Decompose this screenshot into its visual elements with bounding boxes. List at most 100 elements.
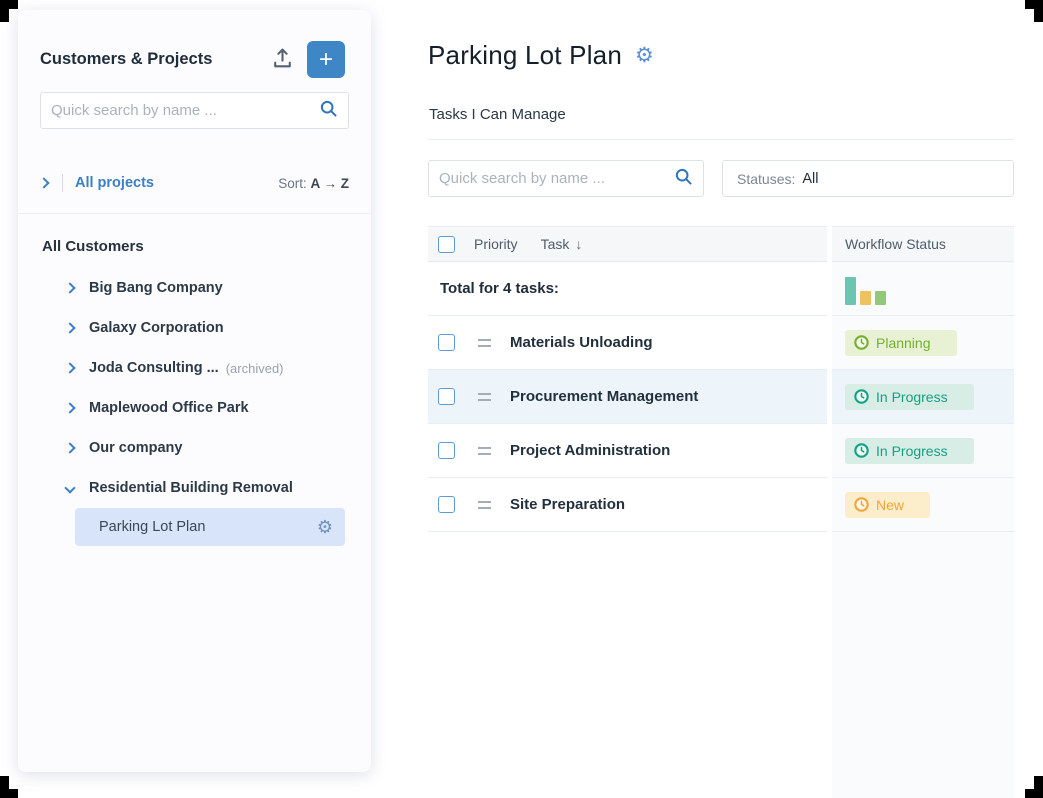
drag-handle-icon[interactable] bbox=[478, 339, 491, 347]
task-row-procurement-management: Procurement Management bbox=[428, 370, 827, 424]
task-link[interactable]: Procurement Management bbox=[510, 388, 698, 405]
status-badge-planning[interactable]: Planning bbox=[845, 330, 957, 356]
add-project-button[interactable]: + bbox=[307, 41, 345, 78]
customer-name: Joda Consulting ... bbox=[89, 360, 219, 376]
status-cell: In Progress bbox=[832, 370, 1014, 424]
task-row-site-preparation: Site Preparation bbox=[428, 478, 827, 532]
drag-handle-icon[interactable] bbox=[478, 393, 491, 401]
chevron-right-icon bbox=[64, 402, 75, 413]
sort-descending-icon: ↓ bbox=[575, 236, 582, 252]
all-customers-header: All Customers bbox=[42, 238, 144, 255]
corner-mark-bottom-right bbox=[1025, 776, 1043, 798]
customer-item-joda-consulting[interactable]: Joda Consulting ... (archived) bbox=[18, 348, 371, 388]
row-checkbox[interactable] bbox=[438, 442, 455, 459]
chevron-down-icon bbox=[64, 482, 75, 493]
total-row: Total for 4 tasks: bbox=[428, 262, 827, 316]
task-link[interactable]: Site Preparation bbox=[510, 496, 625, 513]
chevron-right-icon bbox=[64, 362, 75, 373]
statuses-label: Statuses: bbox=[737, 171, 795, 187]
divider bbox=[62, 174, 63, 192]
customers-projects-sidebar: Customers & Projects + All projects bbox=[18, 10, 371, 772]
sort-value: A → Z bbox=[311, 176, 350, 191]
sidebar-item-parking-lot-plan[interactable]: Parking Lot Plan ⚙ bbox=[75, 508, 345, 546]
search-icon[interactable] bbox=[319, 99, 338, 123]
customers-list: Big Bang Company Galaxy Corporation Joda… bbox=[18, 268, 371, 508]
corner-mark-bottom-left bbox=[0, 776, 18, 798]
customer-name: Residential Building Removal bbox=[89, 480, 293, 496]
status-label: Planning bbox=[876, 335, 931, 351]
task-link[interactable]: Project Administration bbox=[510, 442, 670, 459]
task-row-project-administration: Project Administration bbox=[428, 424, 827, 478]
tasks-table: Priority Task ↓ Total for 4 tasks: Mater… bbox=[428, 226, 827, 532]
customer-item-our-company[interactable]: Our company bbox=[18, 428, 371, 468]
status-bar-new bbox=[860, 291, 871, 305]
task-search-box bbox=[428, 160, 704, 197]
status-label: In Progress bbox=[876, 389, 948, 405]
customer-name: Big Bang Company bbox=[89, 280, 223, 296]
all-projects-label: All projects bbox=[75, 175, 154, 191]
page-title: Parking Lot Plan bbox=[428, 40, 622, 71]
archived-note: (archived) bbox=[226, 361, 284, 376]
status-badge-in-progress[interactable]: In Progress bbox=[845, 384, 974, 410]
status-badge-in-progress[interactable]: In Progress bbox=[845, 438, 974, 464]
upload-icon bbox=[270, 46, 295, 76]
row-checkbox[interactable] bbox=[438, 388, 455, 405]
divider bbox=[428, 139, 1014, 140]
customer-item-galaxy-corporation[interactable]: Galaxy Corporation bbox=[18, 308, 371, 348]
chevron-right-icon bbox=[64, 442, 75, 453]
statuses-value: All bbox=[802, 171, 818, 187]
select-all-checkbox[interactable] bbox=[438, 236, 455, 253]
all-projects-dropdown[interactable]: All projects bbox=[75, 175, 169, 191]
status-label: In Progress bbox=[876, 443, 948, 459]
search-icon[interactable] bbox=[674, 167, 693, 191]
customer-name: Our company bbox=[89, 440, 182, 456]
chevron-right-icon bbox=[64, 322, 75, 333]
column-priority[interactable]: Priority bbox=[474, 236, 518, 252]
workflow-status-header: Workflow Status bbox=[832, 226, 1014, 262]
drag-handle-icon[interactable] bbox=[478, 447, 491, 455]
column-task: Task bbox=[541, 236, 570, 252]
status-bar-in-progress bbox=[845, 277, 856, 305]
task-row-materials-unloading: Materials Unloading bbox=[428, 316, 827, 370]
statuses-filter-dropdown[interactable]: Statuses: All bbox=[722, 160, 1014, 197]
customer-item-big-bang-company[interactable]: Big Bang Company bbox=[18, 268, 371, 308]
status-badge-new[interactable]: New bbox=[845, 492, 930, 518]
task-search-input[interactable] bbox=[439, 170, 674, 187]
status-summary-cell bbox=[832, 262, 1014, 316]
upload-button[interactable] bbox=[267, 46, 297, 76]
status-cell: In Progress bbox=[832, 424, 1014, 478]
sidebar-title: Customers & Projects bbox=[40, 50, 212, 69]
row-checkbox[interactable] bbox=[438, 496, 455, 513]
customer-name: Galaxy Corporation bbox=[89, 320, 224, 336]
sidebar-search-box bbox=[40, 92, 349, 129]
tasks-table-header: Priority Task ↓ bbox=[428, 226, 827, 262]
sort-label: Sort: bbox=[278, 176, 307, 191]
total-label: Total for 4 tasks: bbox=[438, 280, 559, 297]
row-checkbox[interactable] bbox=[438, 334, 455, 351]
drag-handle-icon[interactable] bbox=[478, 501, 491, 509]
customer-item-maplewood-office-park[interactable]: Maplewood Office Park bbox=[18, 388, 371, 428]
project-settings-gear-icon[interactable]: ⚙ bbox=[635, 45, 654, 66]
column-task-sort[interactable]: Task ↓ bbox=[541, 236, 583, 252]
customer-name: Maplewood Office Park bbox=[89, 400, 249, 416]
expand-all-chevron-icon[interactable] bbox=[38, 177, 49, 188]
project-name: Parking Lot Plan bbox=[99, 519, 205, 535]
clock-icon bbox=[854, 497, 869, 512]
app-window: Customers & Projects + All projects bbox=[0, 0, 1043, 798]
project-settings-gear-icon[interactable]: ⚙ bbox=[317, 518, 333, 536]
chevron-right-icon bbox=[64, 282, 75, 293]
clock-icon bbox=[854, 335, 869, 350]
projects-filter-row: All projects Sort: A → Z bbox=[40, 170, 349, 196]
divider bbox=[18, 213, 371, 214]
clock-icon bbox=[854, 389, 869, 404]
status-cell: Planning bbox=[832, 316, 1014, 370]
task-link[interactable]: Materials Unloading bbox=[510, 334, 653, 351]
status-summary-bar-chart bbox=[845, 273, 886, 305]
main-content: Parking Lot Plan ⚙ Tasks I Can Manage St… bbox=[428, 0, 1014, 798]
sort-control[interactable]: Sort: A → Z bbox=[278, 176, 349, 191]
view-label: Tasks I Can Manage bbox=[429, 106, 566, 123]
corner-mark-top-left bbox=[0, 0, 18, 22]
status-cell: New bbox=[832, 478, 1014, 532]
sidebar-search-input[interactable] bbox=[51, 102, 319, 119]
customer-item-residential-building-removal[interactable]: Residential Building Removal bbox=[18, 468, 371, 508]
